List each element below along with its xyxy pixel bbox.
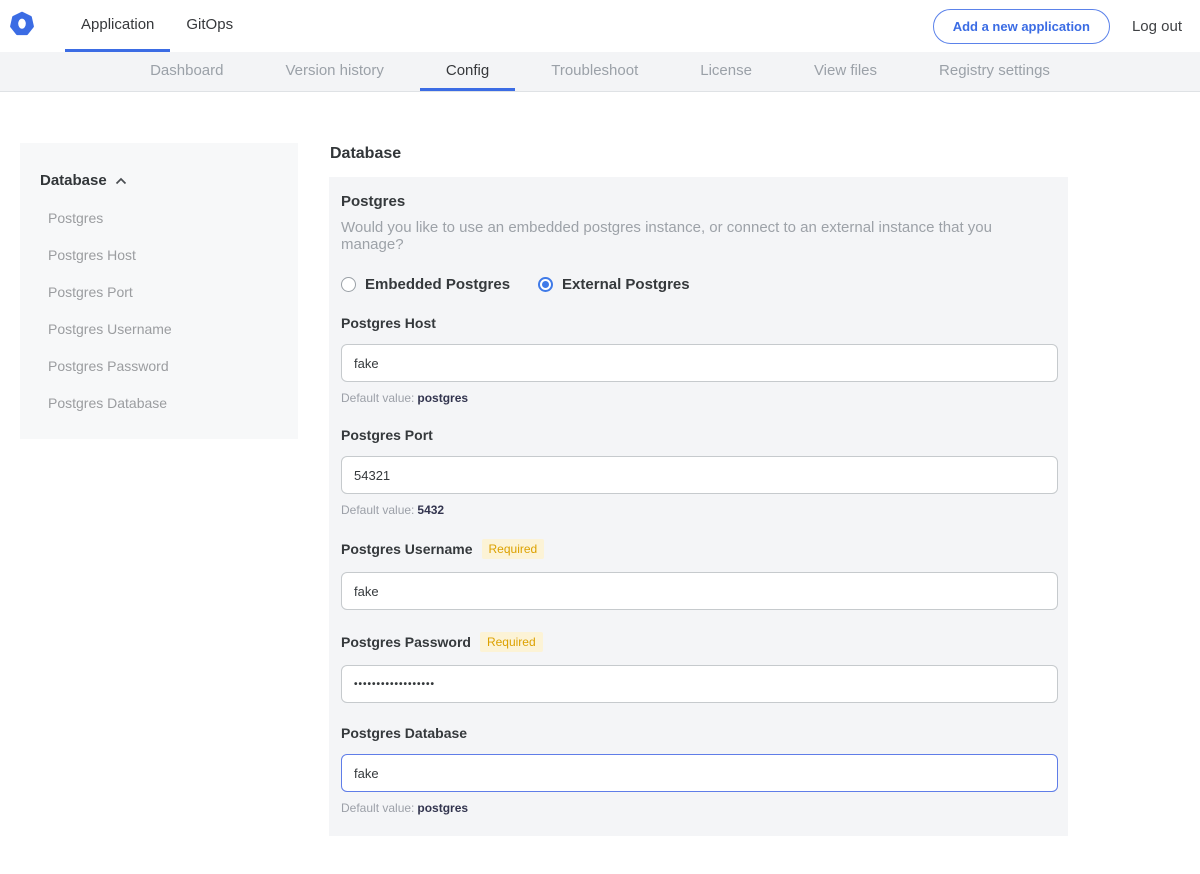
radio-embedded-postgres[interactable]: Embedded Postgres — [341, 276, 510, 293]
header-spacer — [249, 0, 933, 52]
radio-external-postgres[interactable]: External Postgres — [538, 276, 690, 293]
subnav-troubleshoot[interactable]: Troubleshoot — [525, 52, 664, 91]
field-postgres-database: Postgres Database Default value:postgres — [341, 725, 1057, 815]
content-area: Database Postgres Postgres Host Postgres… — [0, 92, 1200, 874]
subnav-view-files[interactable]: View files — [788, 52, 903, 91]
default-value-prefix: Default value: — [341, 391, 414, 405]
field-label: Postgres Password — [341, 634, 471, 650]
default-value-hint: Default value:postgres — [341, 801, 1057, 815]
subnav-dashboard[interactable]: Dashboard — [124, 52, 249, 91]
subnav-license[interactable]: License — [674, 52, 778, 91]
tab-gitops[interactable]: GitOps — [170, 0, 249, 52]
radio-circle-icon — [538, 277, 553, 292]
field-postgres-port: Postgres Port Default value:5432 — [341, 427, 1057, 517]
default-value-text: postgres — [417, 801, 468, 815]
sidebar-item-postgres-port[interactable]: Postgres Port — [48, 284, 278, 300]
required-badge: Required — [480, 632, 543, 652]
header-tabs: Application GitOps — [65, 0, 249, 52]
tab-application[interactable]: Application — [65, 0, 170, 52]
config-main: Database Postgres Would you like to use … — [329, 143, 1068, 874]
sidebar-item-postgres-password[interactable]: Postgres Password — [48, 358, 278, 374]
default-value-text: 5432 — [417, 503, 444, 517]
kots-logo-icon — [9, 11, 35, 42]
database-config-card: Postgres Would you like to use an embedd… — [329, 177, 1068, 836]
radio-embedded-label: Embedded Postgres — [365, 276, 510, 293]
subnav-registry-settings[interactable]: Registry settings — [913, 52, 1076, 91]
header-right: Add a new application Log out — [933, 0, 1200, 52]
default-value-prefix: Default value: — [341, 503, 414, 517]
radio-external-label: External Postgres — [562, 276, 690, 293]
field-postgres-username: Postgres Username Required — [341, 539, 1057, 610]
required-badge: Required — [482, 539, 545, 559]
app-subnav: Dashboard Version history Config Trouble… — [0, 52, 1200, 92]
sidebar-group-label: Database — [40, 172, 107, 189]
default-value-hint: Default value:postgres — [341, 391, 1057, 405]
field-label: Postgres Port — [341, 427, 433, 443]
postgres-username-input[interactable] — [341, 572, 1058, 610]
sidebar-group-database[interactable]: Database — [40, 172, 278, 189]
postgres-help-text: Would you like to use an embedded postgr… — [341, 219, 1057, 253]
postgres-port-input[interactable] — [341, 456, 1058, 494]
sidebar-item-list: Postgres Postgres Host Postgres Port Pos… — [40, 210, 278, 411]
field-label: Postgres Username — [341, 541, 473, 557]
logout-link[interactable]: Log out — [1132, 18, 1182, 35]
postgres-mode-radio-group: Embedded Postgres External Postgres — [341, 276, 1057, 293]
postgres-host-input[interactable] — [341, 344, 1058, 382]
default-value-hint: Default value:5432 — [341, 503, 1057, 517]
radio-circle-icon — [341, 277, 356, 292]
config-sidebar: Database Postgres Postgres Host Postgres… — [20, 143, 298, 439]
app-logo[interactable] — [0, 0, 49, 52]
postgres-password-input[interactable] — [341, 665, 1058, 703]
field-postgres-password: Postgres Password Required — [341, 632, 1057, 703]
field-label: Postgres Database — [341, 725, 467, 741]
sidebar-item-postgres-database[interactable]: Postgres Database — [48, 395, 278, 411]
field-postgres-host: Postgres Host Default value:postgres — [341, 315, 1057, 405]
sidebar-item-postgres-username[interactable]: Postgres Username — [48, 321, 278, 337]
postgres-database-input[interactable] — [341, 754, 1058, 792]
postgres-group-label: Postgres — [341, 193, 1057, 210]
sidebar-item-postgres-host[interactable]: Postgres Host — [48, 247, 278, 263]
field-label: Postgres Host — [341, 315, 436, 331]
subnav-config[interactable]: Config — [420, 52, 515, 91]
default-value-prefix: Default value: — [341, 801, 414, 815]
section-title: Database — [330, 145, 1068, 163]
default-value-text: postgres — [417, 391, 468, 405]
subnav-version-history[interactable]: Version history — [259, 52, 409, 91]
app-header: Application GitOps Add a new application… — [0, 0, 1200, 52]
sidebar-item-postgres[interactable]: Postgres — [48, 210, 278, 226]
add-application-button[interactable]: Add a new application — [933, 9, 1110, 44]
chevron-up-icon — [115, 172, 127, 189]
